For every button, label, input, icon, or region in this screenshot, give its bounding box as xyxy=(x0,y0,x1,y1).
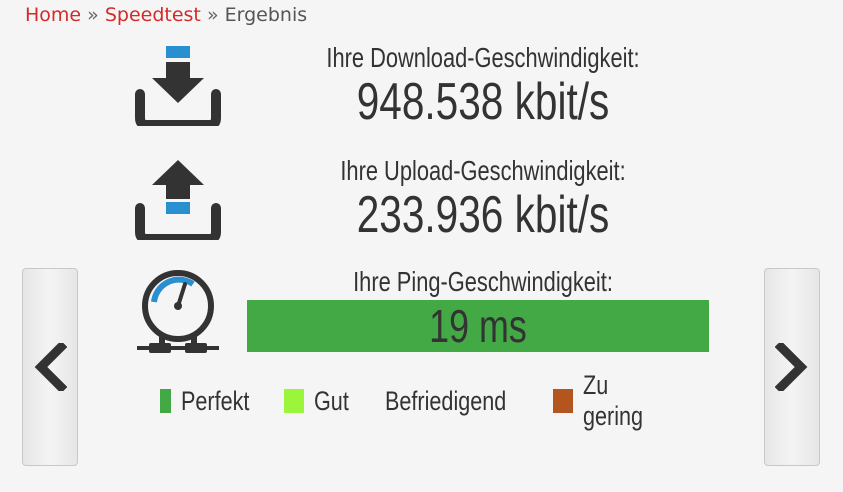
legend-item: Perfekt xyxy=(160,386,266,417)
ping-value: 19 ms xyxy=(429,300,527,352)
ping-result-bar: 19 ms xyxy=(247,300,709,352)
legend-item: Gut xyxy=(284,386,357,417)
previous-button[interactable] xyxy=(22,268,78,466)
breadcrumb: Home » Speedtest » Ergebnis xyxy=(25,4,307,26)
legend-label: Befriedigend xyxy=(385,385,507,416)
gauge-icon xyxy=(137,270,219,353)
breadcrumb-separator: » xyxy=(206,4,219,26)
legend-swatch-gut xyxy=(284,389,304,413)
legend-label: Zu gering xyxy=(583,370,644,431)
legend-item: Zu gering xyxy=(552,370,682,432)
legend-label: Gut xyxy=(313,385,349,416)
download-icon xyxy=(135,46,221,126)
next-button[interactable] xyxy=(764,268,820,466)
ping-legend: Perfekt Gut Befriedigend Zu gering xyxy=(160,370,700,431)
chevron-right-icon xyxy=(775,343,808,391)
upload-label: Ihre Upload-Geschwindigkeit: xyxy=(340,155,626,186)
upload-icon xyxy=(135,160,221,240)
legend-item: Befriedigend xyxy=(375,386,534,417)
upload-value: 233.936 kbit/s xyxy=(356,186,610,244)
breadcrumb-separator: » xyxy=(87,4,99,26)
ping-label: Ihre Ping-Geschwindigkeit: xyxy=(353,266,613,297)
download-value: 948.538 kbit/s xyxy=(356,73,610,131)
breadcrumb-home-link[interactable]: Home xyxy=(25,4,81,26)
breadcrumb-speedtest-link[interactable]: Speedtest xyxy=(105,4,201,26)
legend-swatch-zu-gering xyxy=(552,389,574,413)
legend-label: Perfekt xyxy=(180,385,250,416)
legend-swatch-perfekt xyxy=(160,389,171,413)
chevron-left-icon xyxy=(34,343,67,391)
download-label: Ihre Download-Geschwindigkeit: xyxy=(326,42,640,73)
breadcrumb-current: Ergebnis xyxy=(224,4,308,26)
